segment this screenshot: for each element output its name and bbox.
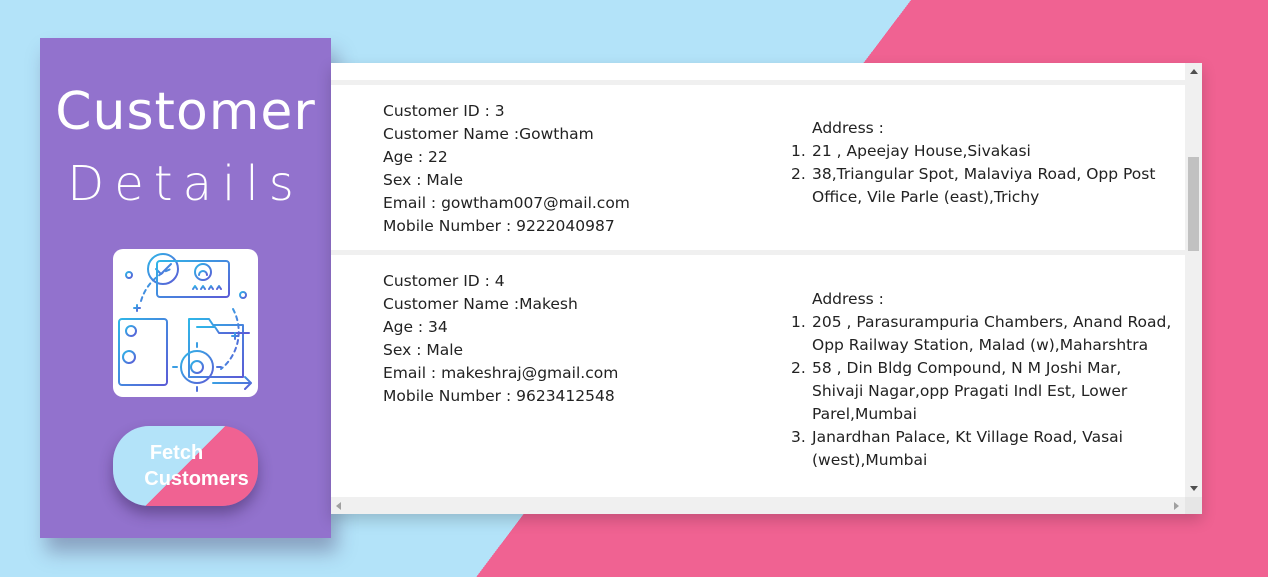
address-label: Address : [812, 290, 884, 308]
customer-profile-illustration-icon [113, 249, 258, 397]
address-item: 1. 21 , Apeejay House,Sivakasi [791, 142, 1031, 160]
page-title-customer: Customer [55, 82, 316, 142]
customer-info: Customer ID : 4 Customer Name :Makesh Ag… [383, 270, 618, 408]
customer-sex: Sex : Male [383, 341, 464, 359]
address-list: 1. 205 , Parasurampuria Chambers, Anand … [791, 311, 1172, 472]
customer-address-block: Address : 1. 205 , Parasurampuria Chambe… [791, 288, 1172, 472]
customer-age: Age : 22 [383, 148, 448, 166]
fetch-button-label-line1: Fetch [149, 442, 204, 464]
address-item: 1. 205 , Parasurampuria Chambers, Anand … [791, 313, 1172, 354]
customer-list-panel[interactable]: Customer ID : 3 Customer Name :Gowtham A… [331, 63, 1202, 514]
address-item: 2. 38,Triangular Spot, Malaviya Road, Op… [791, 165, 1156, 206]
customer-email: Email : gowtham007@mail.com [383, 194, 630, 212]
scroll-up-icon[interactable] [1190, 69, 1198, 74]
customer-name: Customer Name :Gowtham [383, 125, 594, 143]
scroll-left-icon[interactable] [336, 502, 341, 510]
customer-card [331, 63, 1185, 80]
address-item: 3. Janardhan Palace, Kt Village Road, Va… [791, 428, 1123, 469]
customer-card: Customer ID : 3 Customer Name :Gowtham A… [331, 85, 1185, 250]
customer-email: Email : makeshraj@gmail.com [383, 364, 619, 382]
customer-info: Customer ID : 3 Customer Name :Gowtham A… [383, 100, 630, 238]
address-item: 2. 58 , Din Bldg Compound, N M Joshi Mar… [791, 359, 1128, 423]
customer-id: Customer ID : 4 [383, 272, 505, 290]
customer-name: Customer Name :Makesh [383, 295, 578, 313]
address-list: 1. 21 , Apeejay House,Sivakasi 2. 38,Tri… [791, 140, 1172, 209]
fetch-button-label-line2: Customers [144, 468, 249, 490]
address-label: Address : [812, 119, 884, 137]
customer-list-scroll-area: Customer ID : 3 Customer Name :Gowtham A… [331, 63, 1185, 497]
fetch-customers-button[interactable]: Fetch Customers [113, 426, 258, 506]
horizontal-scrollbar[interactable] [331, 497, 1185, 514]
vertical-scroll-thumb[interactable] [1188, 157, 1199, 251]
customer-mobile: Mobile Number : 9222040987 [383, 217, 615, 235]
customer-address-block: Address : 1. 21 , Apeejay House,Sivakasi… [791, 117, 1172, 209]
sidebar: Customer Details Fetch Customers [40, 38, 331, 538]
scroll-right-icon[interactable] [1174, 502, 1179, 510]
page-title-details: Details [67, 156, 304, 212]
customer-card: Customer ID : 4 Customer Name :Makesh Ag… [331, 255, 1185, 497]
customer-mobile: Mobile Number : 9623412548 [383, 387, 615, 405]
vertical-scrollbar[interactable] [1185, 63, 1202, 497]
scrollbar-corner [1185, 497, 1202, 514]
customer-id: Customer ID : 3 [383, 102, 505, 120]
scroll-down-icon[interactable] [1190, 486, 1198, 491]
customer-age: Age : 34 [383, 318, 448, 336]
customer-sex: Sex : Male [383, 171, 464, 189]
